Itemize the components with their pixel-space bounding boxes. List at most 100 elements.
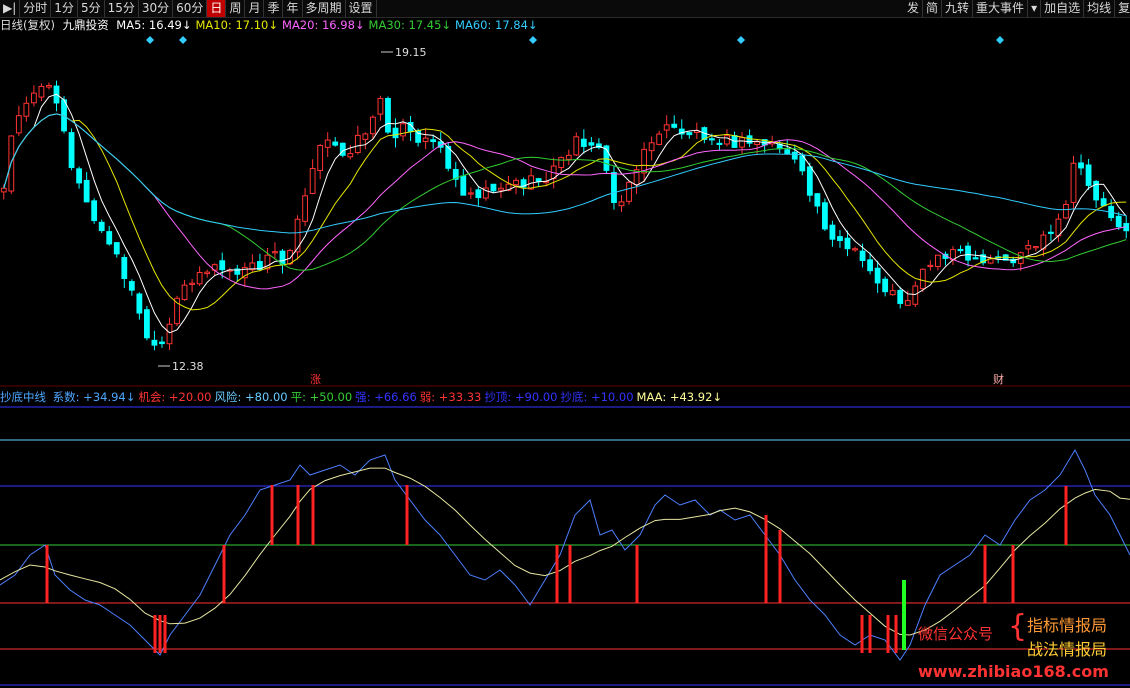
signal-bar-red-18 [983,545,987,603]
candle-body [339,142,346,156]
candle-body [377,97,384,115]
tab-period-12[interactable]: 设置 [346,0,377,17]
indicator-item-0: 系数: +34.94↓ [52,390,136,404]
candle-body [972,257,979,260]
candle-body [724,135,730,145]
candle-body [904,300,911,306]
tab-period-7[interactable]: 周 [226,0,246,17]
candle-body [272,251,278,254]
ma-label-2: MA20: 16.98↓ [282,18,365,32]
candle-body [806,166,813,196]
candle-body [837,236,843,242]
candle-body [927,264,934,268]
indicator-item-5: 弱: +33.33 [419,390,482,404]
candle-body [1048,231,1054,234]
tool-button-4[interactable]: ▾ [1028,0,1042,17]
tool-button-2[interactable]: 九转 [942,0,974,17]
candle-body [565,154,572,160]
maa-line [0,467,1130,636]
ma-line-4 [3,113,1127,234]
tool-button-1[interactable]: 简 [923,0,943,17]
candle-body [874,267,881,284]
watermark-brace: { [1008,609,1028,644]
tool-button-6[interactable]: 均线 [1084,0,1116,17]
tool-buttons: 发简九转 重大事件 ▾ 加自选 均线复 [904,0,1130,17]
candle-body [189,282,195,285]
tab-period-10[interactable]: 年 [283,0,303,17]
indicator-chart[interactable] [0,405,1130,688]
signal-bar-green [902,580,906,650]
indicator-item-3: 平: +50.00 [290,390,353,404]
candle-body [1032,246,1039,249]
tab-period-2[interactable]: 5分 [78,0,105,17]
tab-period-4[interactable]: 30分 [139,0,174,17]
tab-period-9[interactable]: 季 [264,0,284,17]
signal-bar-red-15 [868,615,872,653]
candle-body [324,139,331,148]
tab-period-5[interactable]: 60分 [173,0,208,17]
indicator-header: 抄底中线 系数: +34.94↓ 机会: +20.00 风险: +80.00 平: +… [0,390,728,404]
tool-button-5[interactable]: 加自选 [1041,0,1085,17]
watermark-line2: 战法情报局 [1027,640,1108,659]
candle-body [317,145,324,172]
candle-body [83,179,90,203]
candle-body [588,142,595,146]
candle-body [791,151,798,160]
candle-body [475,189,482,199]
candle-body [498,187,504,191]
tab-period-0[interactable]: 分时 [20,0,52,17]
candle-body [0,187,7,193]
tab-period-1[interactable]: 1分 [51,0,78,17]
ma-label-1: MA10: 17.10↓ [195,18,279,32]
signal-bar-red-19 [1011,545,1015,603]
signal-bar-red-10 [568,545,572,603]
tab-period-3[interactable]: 15分 [105,0,139,17]
watermark-url: www.zhibiao168.com [918,662,1109,681]
indicator-item-6: 抄顶: +90.00 [484,390,558,404]
candle-body [151,339,158,346]
candle-body [106,231,113,245]
candle-body [392,127,399,139]
tab-period-8[interactable]: 月 [245,0,265,17]
signal-diamond-3 [737,36,745,44]
candle-body [1070,162,1077,203]
low-label: 12.38 [172,360,204,373]
indicator-item-1: 机会: +20.00 [138,390,212,404]
candle-body [370,116,376,135]
candle-body [889,290,896,296]
candle-body [113,242,120,255]
ma-label-4: MA60: 17.84↓ [455,18,538,32]
candle-body [219,260,226,271]
candle-body [950,249,956,261]
candle-body [467,192,474,195]
candle-body [882,278,889,293]
indicator-item-4: 强: +66.66 [355,390,417,404]
candle-body [1100,198,1107,207]
tool-button-0[interactable]: 发 [904,0,924,17]
candle-body [739,137,745,148]
candle-body [1115,215,1122,228]
signal-bar-red-6 [296,485,300,545]
tool-button-7[interactable]: 复 [1115,0,1130,17]
candle-body [136,293,143,314]
signal-diamond-4 [996,36,1004,44]
candle-body [121,257,128,279]
tab-period-11[interactable]: 多周期 [303,0,346,17]
candle-body [663,124,670,131]
candle-body [618,201,625,207]
high-label: 19.15 [395,46,427,59]
candle-body [38,85,45,98]
price-chart[interactable]: 19.15 12.38 涨 财 [0,33,1130,388]
candle-body [354,134,361,154]
tab-period-6[interactable]: 日 [207,0,227,17]
candle-body [626,181,632,202]
candle-body [822,202,828,230]
candle-body [957,248,964,252]
tool-button-3[interactable]: 重大事件 [973,0,1029,17]
signal-diamond-0 [146,36,154,44]
prev-arrow-icon[interactable]: ▶| [0,0,21,17]
ma-line-0 [3,93,1127,334]
ma-line-2 [3,113,1127,290]
candle-body [844,237,851,250]
signal-bar-red-9 [555,545,559,603]
